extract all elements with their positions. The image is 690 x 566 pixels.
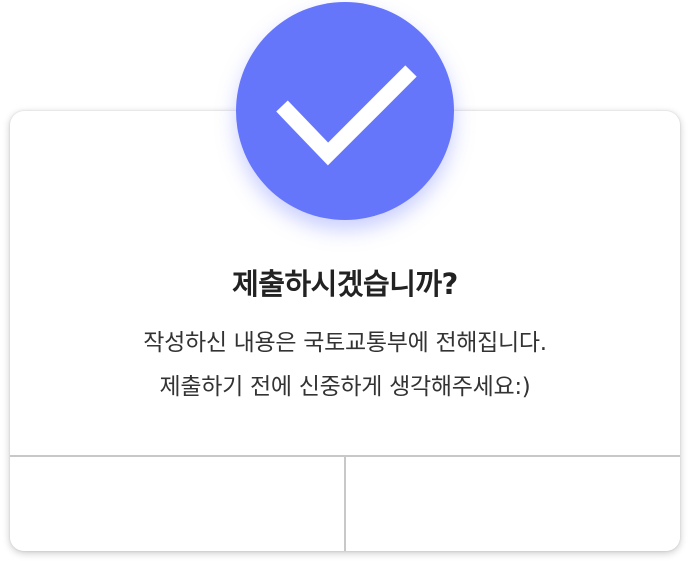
- check-icon: [276, 65, 417, 166]
- dialog-title: 제출하시겠습니까?: [232, 267, 458, 301]
- success-badge: [236, 2, 454, 220]
- dialog-message-line-1: 작성하신 내용은 국토교통부에 전해집니다.: [143, 330, 547, 356]
- dialog-actions: [10, 455, 680, 551]
- right-action-button[interactable]: [344, 457, 680, 551]
- left-action-button[interactable]: [10, 457, 344, 551]
- dialog-message-line-2: 제출하기 전에 신중하게 생각해주세요:): [159, 374, 531, 400]
